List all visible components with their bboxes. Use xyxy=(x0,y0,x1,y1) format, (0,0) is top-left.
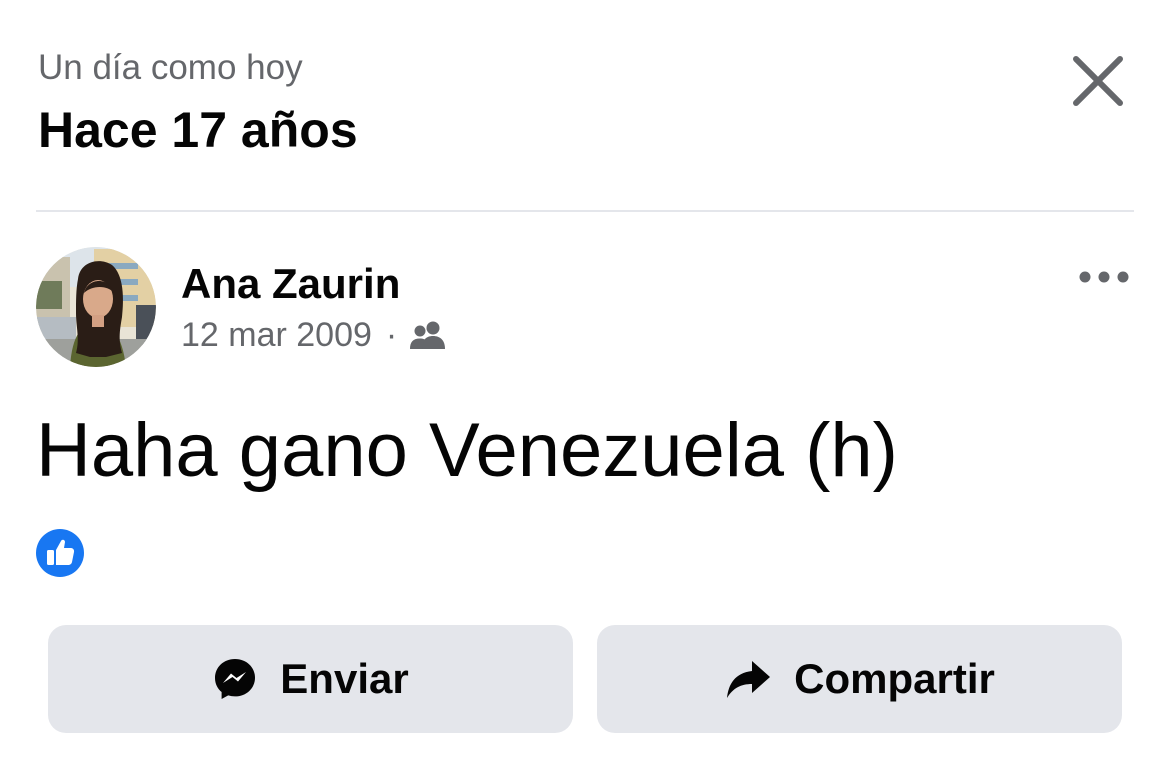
avatar[interactable] xyxy=(36,247,156,367)
more-options-button[interactable] xyxy=(1070,255,1140,301)
more-options-icon xyxy=(1079,271,1129,283)
share-button[interactable]: Compartir xyxy=(597,625,1122,733)
close-icon xyxy=(1073,56,1123,106)
close-button[interactable] xyxy=(1062,46,1134,118)
header-divider xyxy=(36,210,1134,212)
like-icon xyxy=(36,529,84,577)
post-author[interactable]: Ana Zaurin xyxy=(181,259,400,309)
memory-title: Hace 17 años xyxy=(38,102,358,158)
post-text: Haha gano Venezuela (h) xyxy=(36,408,898,493)
memory-subtitle: Un día como hoy xyxy=(38,48,303,87)
post-meta: 12 mar 2009 · xyxy=(181,313,447,357)
friends-icon xyxy=(409,320,447,350)
reaction-summary[interactable] xyxy=(36,529,84,577)
avatar-photo xyxy=(36,247,156,367)
messenger-icon xyxy=(212,656,258,702)
send-label: Enviar xyxy=(280,655,409,702)
post-date[interactable]: 12 mar 2009 xyxy=(181,316,372,355)
share-label: Compartir xyxy=(794,655,995,702)
meta-separator: · xyxy=(385,315,398,354)
send-button[interactable]: Enviar xyxy=(48,625,573,733)
share-icon xyxy=(724,657,772,701)
